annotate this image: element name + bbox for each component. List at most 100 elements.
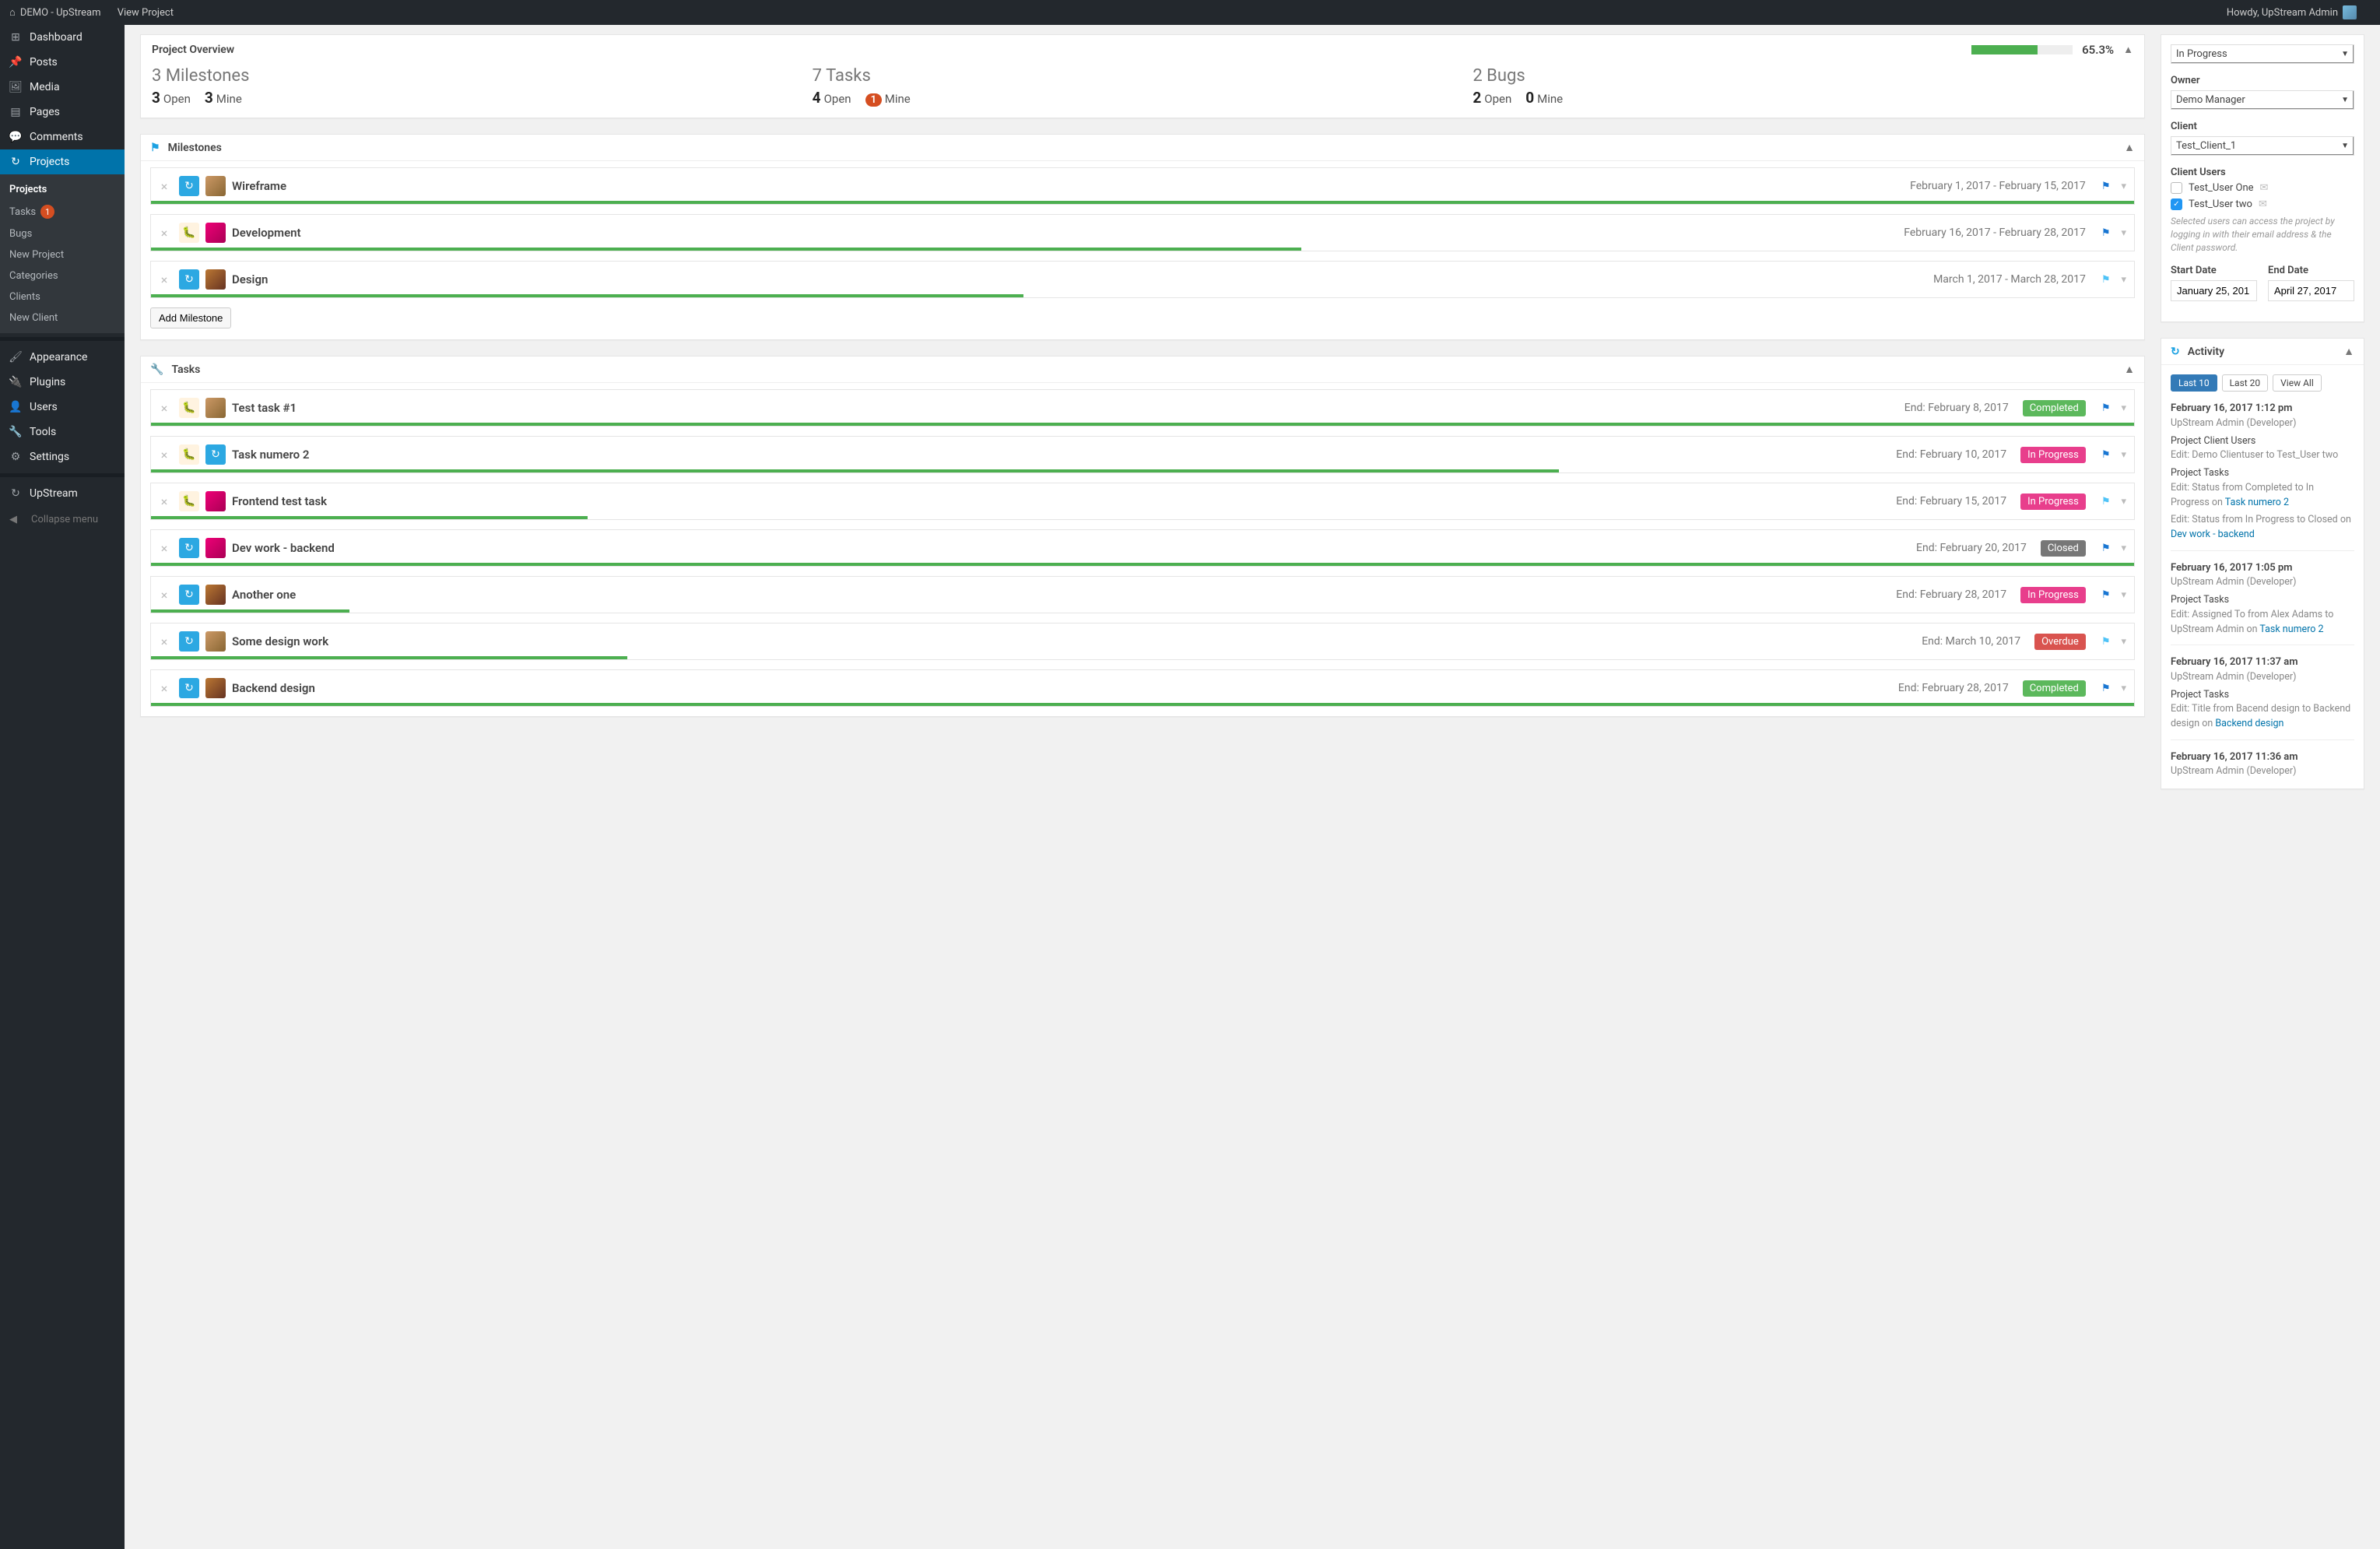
task-row[interactable]: ×🐛Frontend test taskEnd: February 15, 20…: [150, 483, 2135, 520]
task-row[interactable]: ×🐛↻Task numero 2End: February 10, 2017In…: [150, 436, 2135, 473]
task-row[interactable]: ×↻Another oneEnd: February 28, 2017In Pr…: [150, 576, 2135, 613]
nav-plugins[interactable]: 🔌Plugins: [0, 370, 125, 395]
media-icon: 🖼: [8, 81, 23, 93]
mine-badge: 1: [865, 93, 882, 107]
close-icon[interactable]: ×: [156, 179, 173, 194]
status-badge: In Progress: [2020, 447, 2086, 463]
nav-pages[interactable]: ▤Pages: [0, 100, 125, 125]
chevron-down-icon[interactable]: ▾: [2121, 496, 2126, 508]
submenu-bugs[interactable]: Bugs: [0, 223, 125, 244]
site-link[interactable]: ⌂DEMO - UpStream: [9, 6, 100, 19]
close-icon[interactable]: ×: [156, 272, 173, 287]
chevron-down-icon[interactable]: ▾: [2121, 636, 2126, 648]
submenu-new-client[interactable]: New Client: [0, 307, 125, 328]
nav-appearance[interactable]: 🖌Appearance: [0, 345, 125, 370]
flag-icon[interactable]: ⚑: [2101, 181, 2111, 192]
flag-icon[interactable]: ⚑: [2101, 636, 2111, 648]
upstream-icon: ↻: [179, 631, 199, 652]
client-user-row[interactable]: ✓Test_User two✉: [2171, 198, 2354, 210]
task-row[interactable]: ×↻Some design workEnd: March 10, 2017Ove…: [150, 623, 2135, 660]
task-title: Dev work - backend: [232, 541, 335, 555]
submenu-tasks[interactable]: Tasks1: [0, 200, 125, 223]
milestone-row[interactable]: ×🐛DevelopmentFebruary 16, 2017 - Februar…: [150, 214, 2135, 251]
chevron-down-icon[interactable]: ▾: [2121, 543, 2126, 554]
submenu-clients[interactable]: Clients: [0, 286, 125, 307]
flag-icon[interactable]: ⚑: [2101, 496, 2111, 508]
close-icon[interactable]: ×: [156, 401, 173, 416]
bug-icon: 🐛: [179, 491, 199, 511]
close-icon[interactable]: ×: [156, 681, 173, 696]
flag-icon[interactable]: ⚑: [2101, 274, 2111, 286]
activity-link[interactable]: Dev work - backend: [2171, 529, 2255, 540]
nav-settings[interactable]: ⚙Settings: [0, 444, 125, 469]
flag-icon[interactable]: ⚑: [2101, 589, 2111, 601]
activity-link[interactable]: Task numero 2: [2225, 497, 2289, 508]
chevron-down-icon[interactable]: ▾: [2121, 402, 2126, 414]
start-date-input[interactable]: [2171, 280, 2257, 301]
add-milestone-button[interactable]: Add Milestone: [150, 307, 231, 328]
milestone-row[interactable]: ×↻DesignMarch 1, 2017 - March 28, 2017⚑▾: [150, 261, 2135, 298]
close-icon[interactable]: ×: [156, 588, 173, 602]
chevron-down-icon[interactable]: ▾: [2121, 181, 2126, 192]
milestones-box: ⚑Milestones▲ ×↻WireframeFebruary 1, 2017…: [140, 134, 2145, 340]
filter-last10[interactable]: Last 10: [2171, 374, 2217, 392]
chevron-down-icon: ▼: [2341, 50, 2349, 58]
close-icon[interactable]: ×: [156, 634, 173, 649]
nav-projects[interactable]: ↻Projects: [0, 149, 125, 174]
flag-icon[interactable]: ⚑: [2101, 449, 2111, 461]
end-date-input[interactable]: [2268, 280, 2354, 301]
chevron-down-icon[interactable]: ▾: [2121, 683, 2126, 694]
avatar-icon: [205, 631, 226, 652]
close-icon[interactable]: ×: [156, 494, 173, 509]
collapse-menu[interactable]: ◀Collapse menu: [0, 506, 125, 533]
close-icon[interactable]: ×: [156, 226, 173, 241]
status-select[interactable]: In Progress▼: [2171, 44, 2354, 64]
chevron-up-icon[interactable]: ▲: [2123, 44, 2133, 56]
bug-icon: 🐛: [179, 398, 199, 418]
avatar-icon: [205, 678, 226, 698]
nav-users[interactable]: 👤Users: [0, 395, 125, 420]
chevron-down-icon[interactable]: ▾: [2121, 274, 2126, 286]
filter-viewall[interactable]: View All: [2273, 374, 2322, 392]
close-icon[interactable]: ×: [156, 448, 173, 462]
nav-tools[interactable]: 🔧Tools: [0, 420, 125, 444]
filter-last20[interactable]: Last 20: [2222, 374, 2269, 392]
chevron-up-icon[interactable]: ▲: [2124, 363, 2135, 376]
flag-icon[interactable]: ⚑: [2101, 402, 2111, 414]
owner-select[interactable]: Demo Manager▼: [2171, 90, 2354, 110]
nav-media[interactable]: 🖼Media: [0, 75, 125, 100]
chevron-down-icon[interactable]: ▾: [2121, 449, 2126, 461]
checkbox[interactable]: ✓: [2171, 198, 2182, 210]
close-icon[interactable]: ×: [156, 541, 173, 556]
submenu-categories[interactable]: Categories: [0, 265, 125, 286]
activity-link[interactable]: Task numero 2: [2259, 623, 2323, 635]
flag-icon[interactable]: ⚑: [2101, 543, 2111, 554]
task-title: Task numero 2: [232, 448, 309, 462]
flag-icon[interactable]: ⚑: [2101, 683, 2111, 694]
start-date-label: Start Date: [2171, 265, 2257, 276]
client-user-row[interactable]: Test_User One✉: [2171, 182, 2354, 194]
milestone-row[interactable]: ×↻WireframeFebruary 1, 2017 - February 1…: [150, 167, 2135, 205]
nav-posts[interactable]: 📌Posts: [0, 50, 125, 75]
howdy-link[interactable]: Howdy, UpStream Admin: [2227, 5, 2357, 19]
nav-comments[interactable]: 💬Comments: [0, 125, 125, 149]
client-select[interactable]: Test_Client_1▼: [2171, 136, 2354, 156]
chevron-down-icon[interactable]: ▾: [2121, 589, 2126, 601]
submenu-projects[interactable]: Projects: [0, 179, 125, 200]
nav-dashboard[interactable]: ⊞Dashboard: [0, 25, 125, 50]
submenu-new-project[interactable]: New Project: [0, 244, 125, 265]
task-row[interactable]: ×↻Dev work - backendEnd: February 20, 20…: [150, 529, 2135, 567]
checkbox[interactable]: [2171, 182, 2182, 194]
activity-link[interactable]: Backend design: [2215, 718, 2283, 729]
chevron-up-icon[interactable]: ▲: [2124, 141, 2135, 154]
chevron-down-icon: ▼: [2341, 142, 2349, 150]
chevron-up-icon[interactable]: ▲: [2343, 345, 2354, 358]
view-project-link[interactable]: View Project: [118, 7, 174, 19]
task-row[interactable]: ×↻Backend designEnd: February 28, 2017Co…: [150, 669, 2135, 707]
upstream-icon: ↻: [179, 176, 199, 196]
task-row[interactable]: ×🐛Test task #1End: February 8, 2017Compl…: [150, 389, 2135, 427]
nav-upstream[interactable]: ↻UpStream: [0, 481, 125, 506]
chevron-down-icon[interactable]: ▾: [2121, 227, 2126, 239]
flag-icon[interactable]: ⚑: [2101, 227, 2111, 239]
client-user-name: Test_User two: [2189, 198, 2252, 210]
